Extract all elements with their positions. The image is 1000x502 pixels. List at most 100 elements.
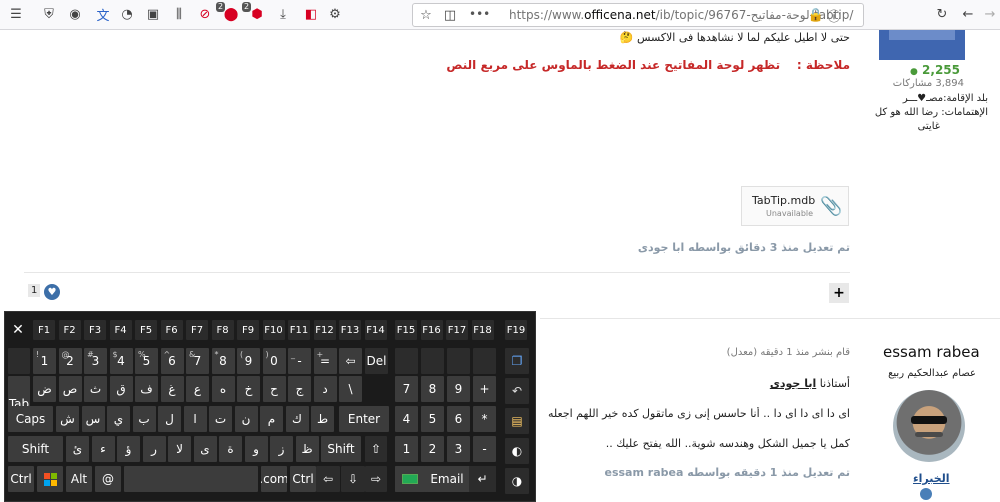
key-8[interactable]: 8 * [211, 348, 235, 374]
key-down-arrow[interactable]: ⇩ [341, 466, 365, 492]
key-f2[interactable]: F2 [58, 320, 81, 340]
key-shift-right[interactable]: Shift [321, 436, 361, 462]
numpad-key-1-0[interactable]: 4 [395, 406, 418, 432]
numpad-blank-3[interactable] [447, 348, 470, 374]
url-bar[interactable]: ☆ ◫ ••• https://www.officena.net/ib/topi… [412, 3, 864, 27]
heart-icon[interactable]: ♥ [44, 284, 60, 300]
key-row2-5[interactable]: غ [160, 376, 184, 402]
key-space[interactable] [124, 466, 258, 492]
key-row4-7[interactable]: و [244, 436, 268, 462]
key-alt[interactable]: Alt [66, 466, 92, 492]
key-f8[interactable]: F8 [211, 320, 234, 340]
clipboard-tool-button[interactable]: ▤ [505, 408, 529, 434]
key-f6[interactable]: F6 [160, 320, 183, 340]
shield-icon[interactable]: ⛨ [40, 4, 58, 24]
key-return[interactable]: ↵ [469, 466, 496, 492]
key-9[interactable]: 9( [237, 348, 260, 374]
pocket-icon[interactable]: ◫ [441, 5, 459, 25]
reaction-count[interactable]: 1 [28, 284, 41, 297]
key-3[interactable]: 3 # [84, 348, 107, 374]
numpad-key-0-3[interactable]: + [473, 376, 496, 402]
key-ctrl-left[interactable]: Ctrl [8, 466, 34, 492]
key-row3-5[interactable]: ا [183, 406, 207, 432]
key-dotcom[interactable]: .com [261, 466, 287, 492]
key-f3[interactable]: F3 [84, 320, 106, 340]
key-row3-9[interactable]: ك [285, 406, 309, 432]
mouse-add-button[interactable]: ◑ [505, 468, 529, 494]
key-row4-0[interactable]: ئ [66, 436, 89, 462]
numpad-key-0-2[interactable]: 9 [447, 376, 470, 402]
key-row2-4[interactable]: ف [135, 376, 158, 402]
key-row3-2[interactable]: ي [107, 406, 130, 432]
key-7[interactable]: 7 & [186, 348, 209, 374]
key-f13[interactable]: F13 [339, 320, 361, 340]
key-f14[interactable]: F14 [364, 320, 387, 340]
key-1[interactable]: 1! [33, 348, 56, 374]
numpad-key-2-3[interactable]: - [473, 436, 496, 462]
key-row2-10[interactable]: ج [288, 376, 311, 402]
download-icon[interactable]: ⤓ [274, 4, 292, 24]
block-icon[interactable]: ⊘ [196, 4, 214, 24]
forward-icon[interactable]: → [982, 4, 998, 24]
numpad-blank-2[interactable] [421, 348, 444, 374]
key-at[interactable]: @ [95, 466, 121, 492]
key-row3-0[interactable]: ش [56, 406, 79, 432]
key-left-arrow[interactable]: ⇦ [316, 466, 340, 492]
key-row4-8[interactable]: ز [270, 436, 293, 462]
key-row4-2[interactable]: ؤ [117, 436, 140, 462]
key-f7[interactable]: F7 [186, 320, 208, 340]
numpad-key-2-2[interactable]: 3 [447, 436, 470, 462]
key-email[interactable]: Email [427, 466, 467, 492]
page-actions-icon[interactable]: ••• [469, 7, 490, 21]
key-shift-left[interactable]: Shift [8, 436, 63, 462]
gear-icon[interactable]: ⚙ [326, 4, 344, 24]
key-5[interactable]: 5% [135, 348, 158, 374]
key-f15[interactable]: F15 [395, 320, 417, 340]
key-f9[interactable]: F9 [237, 320, 259, 340]
key-2[interactable]: 2 @ [58, 348, 82, 374]
key-row3-4[interactable]: ل [158, 406, 181, 432]
reader-icon[interactable]: ▣ [144, 4, 162, 24]
numpad-key-1-1[interactable]: 5 [421, 406, 444, 432]
key-right-arrow[interactable]: ⇨ [365, 466, 387, 492]
key-10[interactable]: 0) [262, 348, 286, 374]
key-ctrl-right[interactable]: Ctrl [290, 466, 316, 492]
key-row4-4[interactable]: لا [168, 436, 191, 462]
key-del[interactable]: Del [365, 348, 388, 374]
mouse-tool-button[interactable]: ◐ [505, 438, 529, 464]
undo-tool-button[interactable]: ↶ [505, 378, 529, 404]
numpad-key-2-1[interactable]: 2 [421, 436, 444, 462]
numpad-key-1-3[interactable]: * [473, 406, 496, 432]
windows-key[interactable] [37, 466, 63, 492]
back-icon[interactable]: ← [958, 4, 978, 24]
key-row3-6[interactable]: ت [209, 406, 232, 432]
key-f1[interactable]: F1 [33, 320, 55, 340]
key-11[interactable]: - _ [288, 348, 311, 374]
key-row4-9[interactable]: ظ [295, 436, 319, 462]
key-row4-1[interactable]: ء [91, 436, 115, 462]
key-f17[interactable]: F17 [446, 320, 468, 340]
key-row2-1[interactable]: ص [58, 376, 82, 402]
numpad-blank-1[interactable] [395, 348, 418, 374]
key-f19[interactable]: F19 [505, 320, 527, 340]
key-row2-0[interactable]: ض [33, 376, 56, 402]
numpad-key-0-1[interactable]: 8 [421, 376, 444, 402]
star-icon[interactable]: ☆ [417, 5, 435, 25]
key-row2-8[interactable]: خ [237, 376, 260, 402]
chat-icon[interactable]: ◔ [118, 4, 136, 24]
key-backtick[interactable] [8, 348, 30, 374]
key-row2-7[interactable]: ه [211, 376, 235, 402]
key-4[interactable]: 4 $ [109, 348, 133, 374]
url-text[interactable]: https://www.officena.net/ib/topic/96767-… [509, 8, 853, 22]
info-icon[interactable]: ⓘ [827, 5, 841, 25]
key-backspace[interactable]: ⇦ [339, 348, 362, 374]
numpad-key-2-0[interactable]: 1 [395, 436, 418, 462]
reload-icon[interactable]: ↻ [932, 4, 952, 24]
attachment-card[interactable]: TabTip.mdb Unavailable 📎 [741, 186, 849, 226]
library-icon[interactable]: ⫼ [170, 4, 188, 24]
key-enter[interactable]: Enter [339, 406, 389, 432]
keyboard-close-button[interactable]: ✕ [8, 320, 28, 340]
key-f5[interactable]: F5 [135, 320, 157, 340]
key-up-arrow[interactable]: ⇧ [365, 436, 387, 462]
account-icon[interactable]: ◉ [66, 4, 84, 24]
